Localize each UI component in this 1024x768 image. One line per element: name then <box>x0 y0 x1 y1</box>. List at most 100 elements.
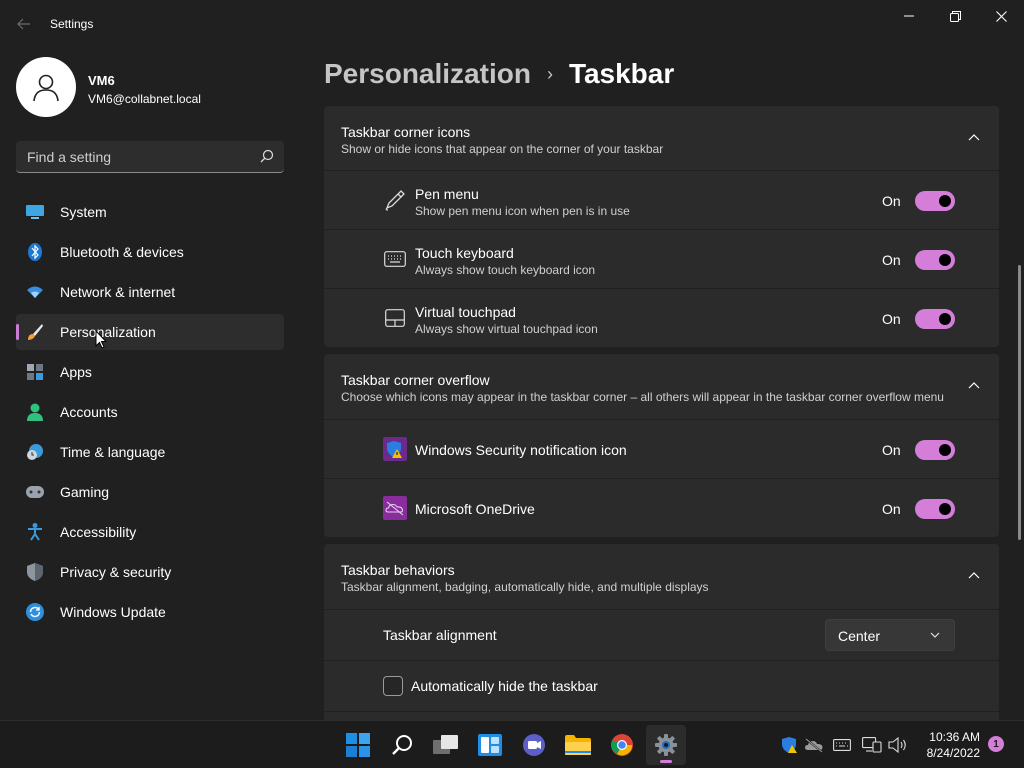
sidebar-item-label: Personalization <box>60 324 156 340</box>
shield-icon <box>26 563 44 581</box>
avatar[interactable] <box>16 57 76 117</box>
chrome-button[interactable] <box>602 725 642 765</box>
section-header-corner-icons[interactable]: Taskbar corner icons Show or hide icons … <box>324 106 999 170</box>
sidebar-item-bluetooth[interactable]: Bluetooth & devices <box>16 234 284 270</box>
windows-security-toggle[interactable] <box>915 440 955 460</box>
setting-description: Always show virtual touchpad icon <box>415 322 598 336</box>
sidebar-item-accounts[interactable]: Accounts <box>16 394 284 430</box>
restore-button[interactable] <box>932 0 978 32</box>
network-tray-icon[interactable] <box>862 735 882 755</box>
setting-title: Microsoft OneDrive <box>415 501 535 517</box>
onedrive-toggle[interactable] <box>915 499 955 519</box>
section-title: Taskbar corner icons <box>341 124 471 140</box>
pen-icon <box>383 188 407 212</box>
sidebar-item-privacy-security[interactable]: Privacy & security <box>16 554 284 590</box>
section-description: Taskbar alignment, badging, automaticall… <box>341 580 709 594</box>
clock-time[interactable]: 10:36 AM <box>920 730 980 744</box>
toggle-knob <box>939 444 951 456</box>
chevron-up-icon[interactable] <box>967 131 981 145</box>
notification-badge[interactable]: 1 <box>988 736 1004 752</box>
section-header-corner-overflow[interactable]: Taskbar corner overflow Choose which ico… <box>324 354 999 419</box>
accessibility-icon <box>26 523 44 541</box>
setting-description: Show pen menu icon when pen is in use <box>415 204 630 218</box>
file-explorer-icon <box>565 735 591 755</box>
file-explorer-button[interactable] <box>558 725 598 765</box>
sidebar-nav: System Bluetooth & devices Network & int… <box>16 194 284 634</box>
chevron-up-icon[interactable] <box>967 379 981 393</box>
sidebar-item-label: Privacy & security <box>60 564 172 580</box>
setting-title: Pen menu <box>415 186 479 202</box>
sidebar-item-accessibility[interactable]: Accessibility <box>16 514 284 550</box>
onedrive-icon <box>383 496 407 520</box>
search-icon <box>392 735 412 755</box>
taskbar-search-button[interactable] <box>382 725 422 765</box>
person-icon <box>26 403 44 421</box>
sidebar-item-label: Accounts <box>60 404 118 420</box>
toggle-state-label: On <box>882 193 901 209</box>
page-title: Taskbar <box>568 58 675 89</box>
system-icon <box>26 203 44 221</box>
setting-row-partial <box>324 712 999 720</box>
wifi-icon <box>26 283 44 301</box>
breadcrumb-chevron-icon: › <box>546 63 553 84</box>
scrollbar[interactable] <box>1018 265 1021 540</box>
toggle-knob <box>939 254 951 266</box>
sidebar-item-label: Accessibility <box>60 524 137 540</box>
setting-title: Windows Security notification icon <box>415 442 627 458</box>
search-box[interactable] <box>16 141 284 173</box>
teams-chat-button[interactable] <box>514 725 554 765</box>
settings-taskbar-button[interactable] <box>646 725 686 765</box>
checkbox-label[interactable]: Automatically hide the taskbar <box>411 678 598 694</box>
settings-content: Taskbar corner icons Show or hide icons … <box>324 104 999 720</box>
setting-row-pen-menu: Pen menu Show pen menu icon when pen is … <box>324 171 999 229</box>
widgets-button[interactable] <box>470 725 510 765</box>
sidebar-item-time-language[interactable]: Time & language <box>16 434 284 470</box>
windows-security-icon <box>383 437 407 461</box>
minimize-button[interactable] <box>886 0 932 32</box>
sidebar-item-label: Bluetooth & devices <box>60 244 184 260</box>
touchpad-icon <box>383 306 407 330</box>
breadcrumb: Personalization › Taskbar <box>324 58 674 90</box>
sidebar-item-gaming[interactable]: Gaming <box>16 474 284 510</box>
clock-date[interactable]: 8/24/2022 <box>910 746 980 760</box>
sidebar-item-system[interactable]: System <box>16 194 284 230</box>
task-view-icon <box>433 735 458 754</box>
sidebar-item-label: Time & language <box>60 444 166 460</box>
search-input[interactable] <box>16 141 252 172</box>
virtual-touchpad-toggle[interactable] <box>915 309 955 329</box>
close-button[interactable] <box>978 0 1024 32</box>
sidebar-item-windows-update[interactable]: Windows Update <box>16 594 284 630</box>
setting-title: Taskbar alignment <box>383 627 497 643</box>
taskbar: 10:36 AM 8/24/2022 <box>0 720 1024 768</box>
breadcrumb-parent-link[interactable]: Personalization <box>324 58 531 90</box>
windows-security-tray-icon[interactable] <box>780 735 800 755</box>
section-header-behaviors[interactable]: Taskbar behaviors Taskbar alignment, bad… <box>324 544 999 609</box>
setting-row-windows-security: Windows Security notification icon On <box>324 420 999 478</box>
touch-keyboard-tray-icon[interactable] <box>832 735 852 755</box>
taskbar-alignment-dropdown[interactable]: Center <box>825 619 955 651</box>
chevron-up-icon[interactable] <box>967 569 981 583</box>
teams-chat-icon <box>523 734 545 756</box>
task-view-button[interactable] <box>426 725 466 765</box>
sidebar-item-personalization[interactable]: Personalization <box>16 314 284 350</box>
search-icon[interactable] <box>260 149 274 163</box>
sidebar-item-network[interactable]: Network & internet <box>16 274 284 310</box>
sidebar-item-label: Gaming <box>60 484 110 500</box>
widgets-icon <box>478 734 502 756</box>
person-icon <box>33 74 59 102</box>
pen-menu-toggle[interactable] <box>915 191 955 211</box>
volume-tray-icon[interactable] <box>888 735 908 755</box>
touch-keyboard-toggle[interactable] <box>915 250 955 270</box>
restore-icon <box>949 10 961 22</box>
sidebar-item-apps[interactable]: Apps <box>16 354 284 390</box>
back-button[interactable] <box>12 12 36 36</box>
onedrive-tray-icon[interactable] <box>804 735 824 755</box>
app-title: Settings <box>50 17 94 31</box>
toggle-state-label: On <box>882 311 901 327</box>
chevron-down-icon <box>930 632 940 638</box>
sidebar-item-label: Apps <box>60 364 92 380</box>
auto-hide-checkbox[interactable] <box>383 676 403 696</box>
toggle-state-label: On <box>882 442 901 458</box>
user-email: VM6@collabnet.local <box>88 92 201 106</box>
start-button[interactable] <box>338 725 378 765</box>
